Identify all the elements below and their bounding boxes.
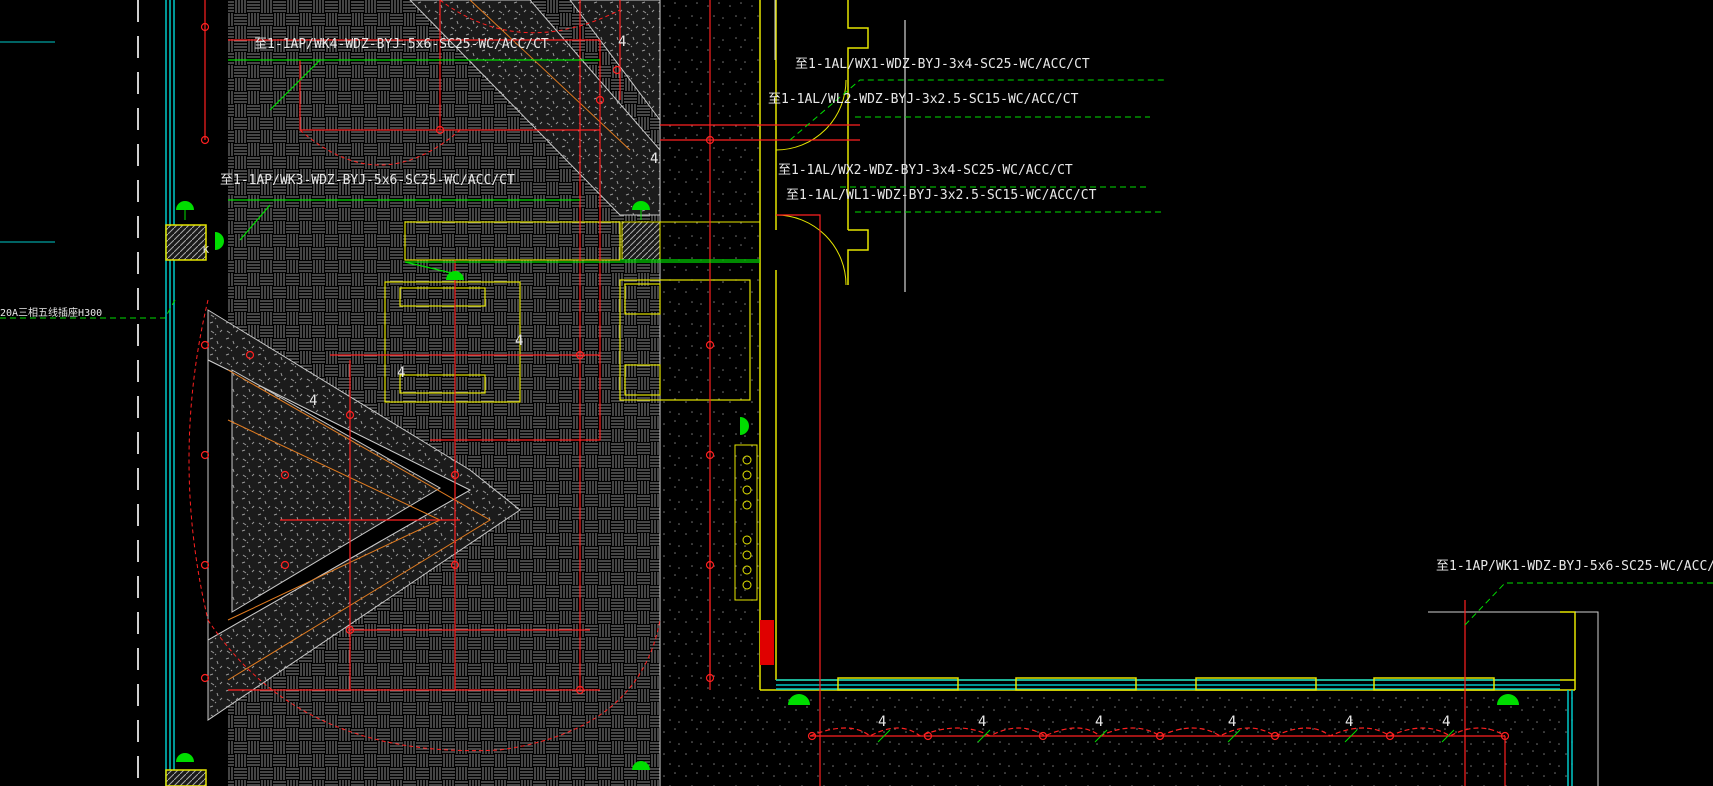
circuit-label-wx1: 至1-1AL/WX1-WDZ-BYJ-3x4-SC25-WC/ACC/CT	[795, 57, 1090, 72]
circuit-label-wx2: 至1-1AL/WX2-WDZ-BYJ-3x4-SC25-WC/ACC/CT	[778, 163, 1073, 178]
circuit-label-wk3: 至1-1AP/WK3-WDZ-BYJ-5x6-SC25-WC/ACC/CT	[220, 173, 515, 188]
circuit-label-wk4: 至1-1AP/WK4-WDZ-BYJ-5x6-SC25-WC/ACC/CT	[254, 37, 549, 52]
circuit-label-wl2: 至1-1AL/WL2-WDZ-BYJ-3x2.5-SC15-WC/ACC/CT	[768, 92, 1079, 107]
structural-column-hatch	[621, 221, 661, 261]
socket-spec-label: 20A三相五线插座H300	[0, 306, 102, 319]
wire-count-label: 4	[978, 714, 986, 730]
wire-count-label: 4	[1442, 714, 1450, 730]
wire-count-label: 4	[1228, 714, 1236, 730]
door-swings	[775, 79, 847, 286]
wire-count-label: 4	[397, 365, 405, 381]
wire-count-label: 4	[515, 333, 523, 349]
wire-count-label: 4	[650, 151, 658, 167]
wire-count-label: 4	[1095, 714, 1103, 730]
circuit-label-wk1: 至1-1AP/WK1-WDZ-BYJ-5x6-SC25-WC/ACC/CT	[1436, 559, 1713, 574]
wire-count-label: 4	[878, 714, 886, 730]
left-reference-lines	[0, 41, 55, 243]
panel-red-marker	[760, 620, 774, 665]
wire-count-label: 4	[1345, 714, 1353, 730]
bottom-window	[776, 677, 1560, 691]
switch-marker: K	[203, 245, 209, 256]
cad-drawing-canvas: 4 4 4 4 4 4 4 4 4 4 4 至1-1AP/WK4-WDZ-BYJ…	[0, 0, 1713, 786]
left-window-wall	[165, 0, 207, 786]
wire-count-label: 4	[618, 34, 626, 50]
circuit-label-wl1: 至1-1AL/WL1-WDZ-BYJ-3x2.5-SC15-WC/ACC/CT	[786, 188, 1097, 203]
wire-count-label: 4	[309, 393, 317, 409]
